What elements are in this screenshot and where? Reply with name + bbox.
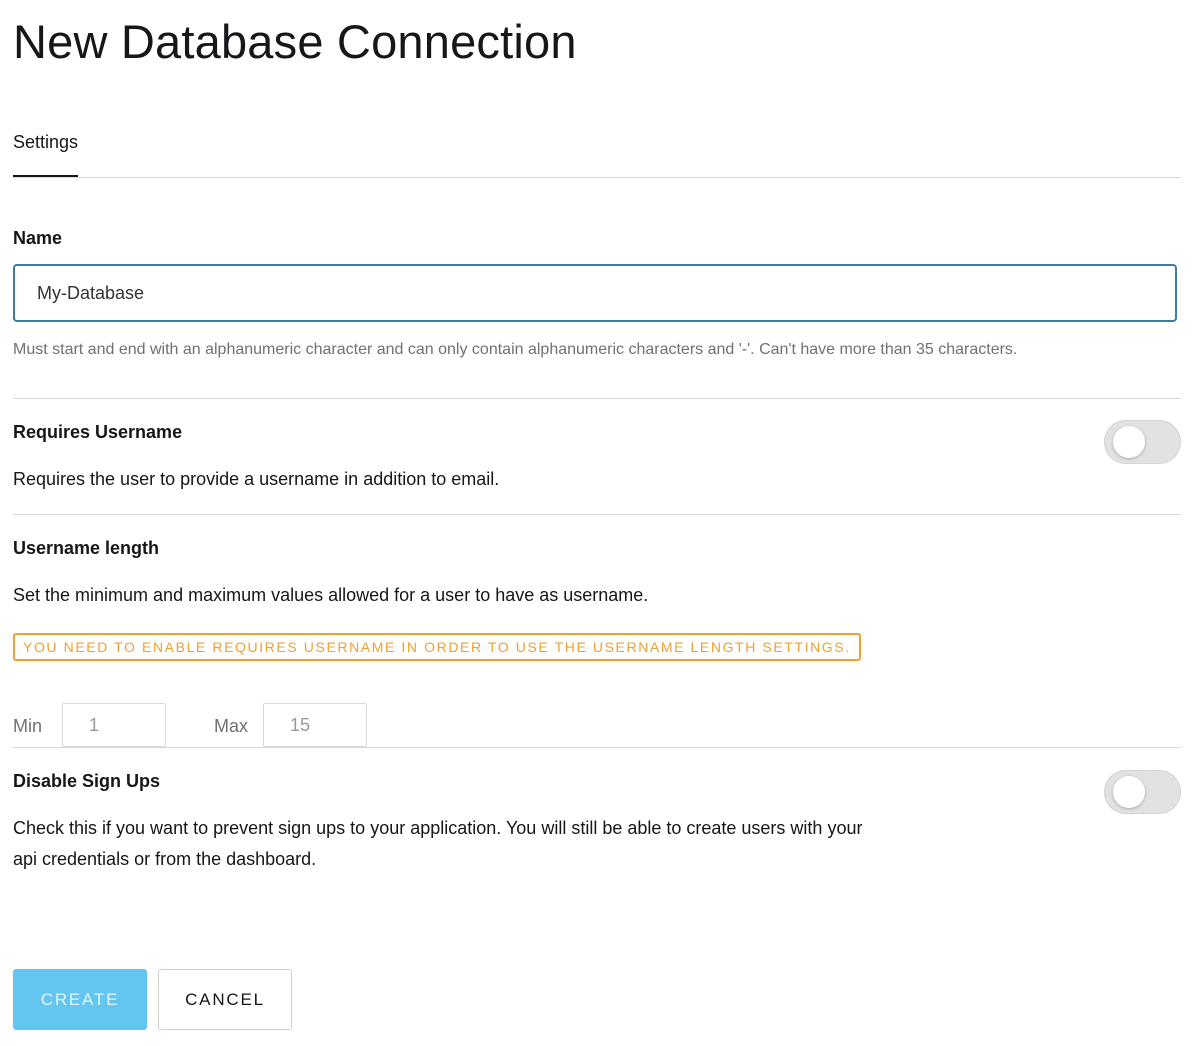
divider (13, 747, 1181, 748)
disable-signups-toggle[interactable] (1104, 770, 1181, 814)
cancel-button[interactable]: CANCEL (158, 969, 292, 1030)
disable-signups-label: Disable Sign Ups (13, 771, 161, 791)
divider (13, 398, 1181, 399)
disable-signups-description-line1: Check this if you want to prevent sign u… (13, 818, 863, 838)
tab-settings[interactable]: Settings (13, 128, 79, 177)
create-button[interactable]: CREATE (13, 969, 147, 1030)
requires-username-description: Requires the user to provide a username … (13, 469, 500, 489)
disable-signups-description-line2: api credentials or from the dashboard. (13, 849, 317, 869)
max-label: Max (214, 716, 249, 736)
page-title: New Database Connection (13, 15, 577, 68)
name-help-text: Must start and end with an alphanumeric … (13, 341, 1018, 358)
toggle-knob (1113, 426, 1145, 458)
divider (13, 514, 1181, 515)
min-length-input[interactable] (62, 703, 166, 747)
requires-username-toggle[interactable] (1104, 420, 1181, 464)
name-input[interactable] (13, 264, 1177, 322)
requires-username-label: Requires Username (13, 422, 183, 442)
username-length-label: Username length (13, 538, 160, 558)
max-length-input[interactable] (263, 703, 367, 747)
name-label: Name (13, 228, 63, 248)
tab-bar: Settings (13, 128, 1181, 178)
username-length-warning: YOU NEED TO ENABLE REQUIRES USERNAME IN … (13, 633, 861, 661)
username-length-description: Set the minimum and maximum values allow… (13, 585, 649, 605)
toggle-knob (1113, 776, 1145, 808)
min-label: Min (13, 716, 43, 736)
